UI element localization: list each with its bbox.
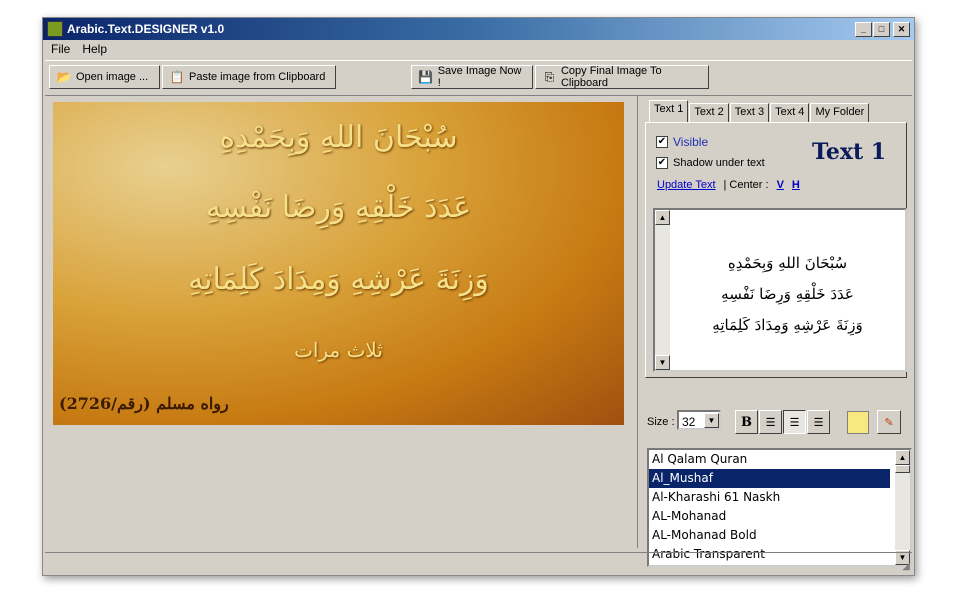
menu-file[interactable]: File [51,42,70,56]
preview-line-1: سُبْحَانَ اللهِ وَبِحَمْدِهِ [727,254,848,272]
align-left-button[interactable]: ☰ [759,410,782,434]
text-preview[interactable]: ▲ ▼ سُبْحَانَ اللهِ وَبِحَمْدِهِ عَدَدَ … [653,208,907,372]
tab-text-1[interactable]: Text 1 [649,100,689,123]
toolbar: 📂 Open image ... 📋 Paste image from Clipbo… [45,60,912,96]
canvas-source: رواه مسلم (رقم/2726) [59,394,229,413]
open-image-button[interactable]: 📂 Open image ... [49,65,160,89]
minimize-button[interactable]: _ [855,22,872,37]
paste-image-button[interactable]: 📋 Paste image from Clipboard [162,65,336,89]
align-center-icon: ☰ [789,416,800,429]
size-select[interactable]: 32 ▼ [677,410,721,430]
visible-label: Visible [673,135,709,149]
font-list-scrollbar[interactable]: ▲ ▼ [895,450,910,565]
canvas-line-2: عَدَدَ خَلْقِهِ وَرِضَا نَفْسِهِ [205,190,472,225]
clipboard-icon: 📋 [169,70,185,84]
scroll-up-icon[interactable]: ▲ [895,450,910,465]
tab-text-3[interactable]: Text 3 [729,103,770,123]
font-list[interactable]: Al Qalam Quran Al_Mushaf Al-Kharashi 61 … [647,448,912,567]
preview-scrollbar[interactable]: ▲ ▼ [655,210,670,370]
preview-line-3: وَزِنَةَ عَرْشِهِ وَمِدَادَ كَلِمَاتِهِ [712,316,863,334]
window-title: Arabic.Text.DESIGNER v1.0 [67,22,225,36]
preview-line-2: عَدَدَ خَلْقِهِ وَرِضَا نَفْسِهِ [721,285,854,303]
center-label: | Center : [723,179,769,191]
text-heading: Text 1 [812,139,887,165]
bold-button[interactable]: B [735,410,758,434]
size-label: Size : [647,416,675,428]
canvas-line-1: سُبْحَانَ اللهِ وَبِحَمْدِهِ [219,120,458,155]
app-icon [47,21,63,37]
title-bar: Arabic.Text.DESIGNER v1.0 _ □ ✕ [43,18,914,40]
tab-my-folder[interactable]: My Folder [810,103,870,123]
dropdown-arrow-icon[interactable]: ▼ [704,413,719,428]
resize-grip-icon[interactable]: ◢ [902,561,910,572]
color-swatch[interactable] [847,411,869,434]
tab-text-2[interactable]: Text 2 [689,103,729,123]
tab-panel: ✔ Visible ✔ Shadow under text Text 1 Updat… [645,122,907,378]
check-icon: ✔ [656,136,668,148]
check-icon: ✔ [656,157,668,169]
align-left-icon: ☰ [765,416,776,429]
font-item[interactable]: AL-Mohanad Bold [649,526,890,545]
scroll-up-icon[interactable]: ▲ [655,210,670,225]
size-value: 32 [682,415,696,429]
canvas-line-4: ثلاث مرات [294,338,383,362]
font-item[interactable]: Al-Kharashi 61 Naskh [649,488,890,507]
visible-checkbox[interactable]: ✔ Visible [656,135,708,149]
paste-label: Paste image from Clipboard [189,71,326,83]
copy-label: Copy Final Image To Clipboard [560,65,662,89]
align-right-icon: ☰ [813,416,824,429]
color-picker-button[interactable]: ✎ [877,410,901,434]
font-item-selected[interactable]: Al_Mushaf [649,469,890,488]
close-button[interactable]: ✕ [893,22,910,37]
font-item[interactable]: AL-Mohanad [649,507,890,526]
image-canvas[interactable]: سُبْحَانَ اللهِ وَبِحَمْدِهِ عَدَدَ خَلْ… [53,102,624,425]
scroll-down-icon[interactable]: ▼ [655,355,670,370]
menu-bar: File Help [43,40,914,58]
save-label: Save Image Now ! [437,65,522,89]
font-item[interactable]: Al Qalam Quran [649,450,890,469]
update-text-link[interactable]: Update Text [657,179,716,191]
copy-icon: ⎘ [544,70,555,84]
align-right-button[interactable]: ☰ [807,410,830,434]
floppy-disk-icon: 💾 [418,70,434,84]
shadow-checkbox[interactable]: ✔ Shadow under text [656,157,765,169]
maximize-button[interactable]: □ [873,22,890,37]
save-image-button[interactable]: 💾 Save Image Now ! [411,65,533,89]
scroll-thumb[interactable] [895,465,910,473]
open-image-label: Open image ... [76,71,149,83]
tab-text-4[interactable]: Text 4 [770,103,810,123]
menu-help[interactable]: Help [82,42,107,56]
shadow-label: Shadow under text [673,157,765,169]
eyedropper-icon: ✎ [884,416,894,429]
status-bar: ◢ [45,552,912,573]
copy-to-clipboard-button[interactable]: ⎘ Copy Final Image To Clipboard [535,65,709,89]
text-tabs: Text 1 Text 2 Text 3 Text 4 My Folder [649,100,870,123]
canvas-line-3: وَزِنَةَ عَرْشِهِ وَمِدَادَ كَلِمَاتِهِ [188,262,489,297]
align-center-button[interactable]: ☰ [783,410,806,434]
app-window: Arabic.Text.DESIGNER v1.0 _ □ ✕ File Hel… [42,17,915,576]
folder-open-icon: 📂 [56,70,72,84]
center-v-link[interactable]: V [777,179,784,191]
center-h-link[interactable]: H [792,179,800,191]
